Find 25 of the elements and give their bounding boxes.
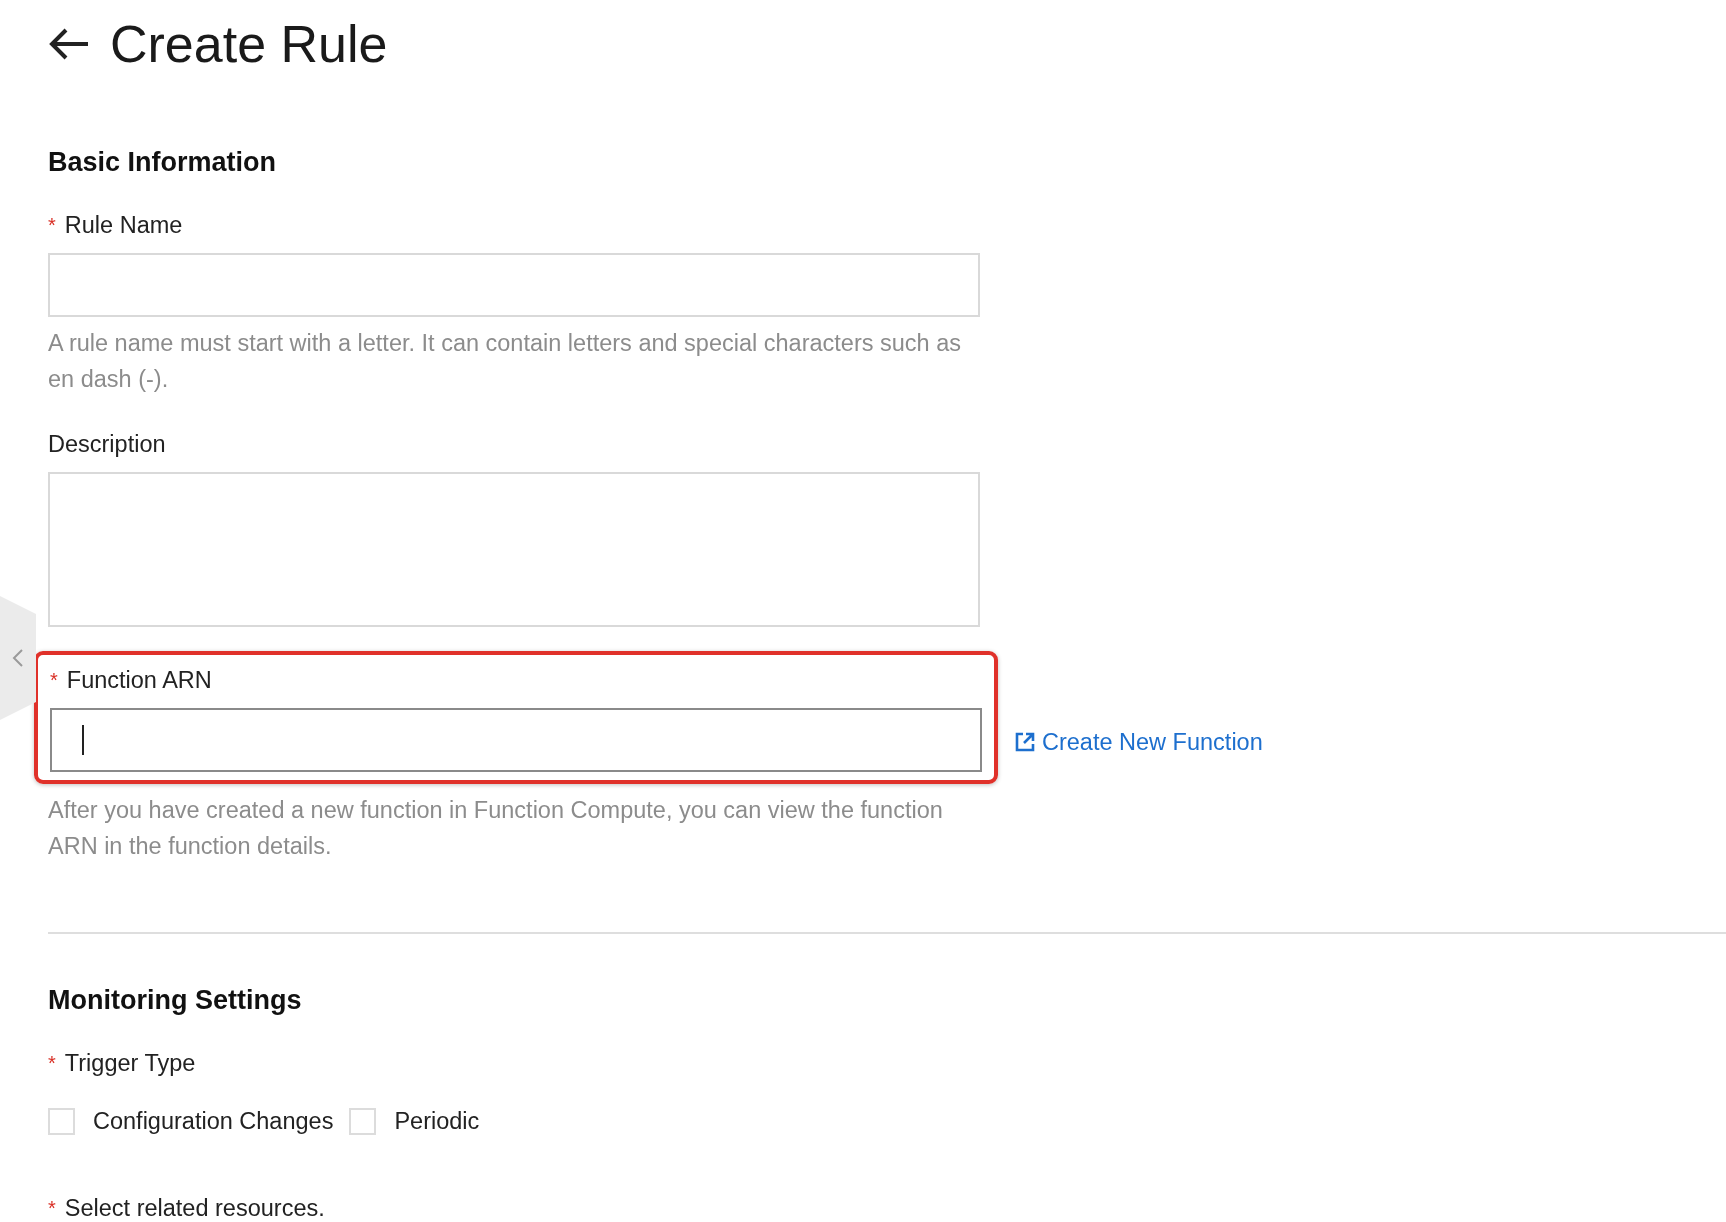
field-label: Rule Name	[64, 211, 183, 239]
field-label: Function ARN	[66, 666, 212, 694]
checkbox-label[interactable]: Periodic	[394, 1108, 480, 1135]
field-label: Select related resources.	[64, 1194, 325, 1222]
field-label: Trigger Type	[64, 1049, 196, 1077]
checkbox[interactable]	[349, 1108, 377, 1135]
checkbox-label[interactable]: Configuration Changes	[93, 1108, 334, 1135]
collapse-handle[interactable]	[0, 596, 36, 720]
required-asterisk: *	[48, 1196, 56, 1220]
required-asterisk: *	[50, 668, 58, 692]
description-input[interactable]	[48, 472, 980, 627]
field-label: Description	[48, 430, 166, 458]
required-asterisk: *	[48, 1051, 56, 1075]
back-arrow-icon[interactable]	[48, 27, 90, 61]
section-title: Basic Information	[48, 146, 278, 178]
section-title: Monitoring Settings	[48, 984, 303, 1016]
text-cursor	[82, 725, 84, 755]
required-asterisk: *	[48, 213, 56, 237]
checkbox[interactable]	[48, 1108, 75, 1135]
help-text: A rule name must start with a letter. It can contain letters and special characters such as en dash (-).	[48, 329, 963, 394]
create-function-link[interactable]: Create New Function	[1014, 710, 1263, 774]
help-text: After you have created a new function in Function Compute, you can view the function ARN in the function details.	[48, 796, 944, 861]
external-link-icon	[1014, 731, 1036, 753]
text-input[interactable]	[50, 708, 982, 772]
page-title: Create Rule	[110, 14, 388, 74]
